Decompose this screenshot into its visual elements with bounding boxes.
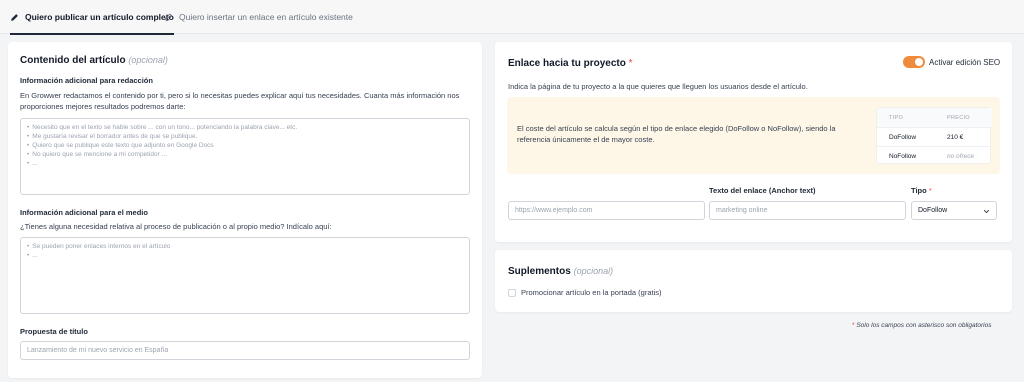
medio-help-text: ¿Tienes alguna necesidad relativa al pro… [20,222,332,231]
anchor-text-input[interactable]: marketing online [709,201,906,220]
table-row: DoFollow 210 € [877,127,992,146]
seo-edit-toggle[interactable] [903,56,925,68]
required-fields-note: * Solo los campos con asterisco son obli… [852,322,992,329]
price-table-header: TIPO PRECIO [877,108,992,127]
redaccion-help-text: En Growwer redactamos el contenido por t… [20,91,460,111]
tab-bar: Quiero publicar un artículo completo Qui… [0,0,1024,35]
link-icon [165,13,172,21]
placeholder-line: ... [27,159,463,168]
placeholder-line: No quiero que se mencione a mi competido… [27,150,463,159]
table-row: NoFollow no ofrece [877,146,992,165]
project-link-title: Enlace hacia tu proyecto * [508,58,633,69]
link-type-label: Tipo * [911,186,932,195]
placeholder-line: Quiero que se publique este texto que ad… [27,141,463,150]
promote-checkbox[interactable] [508,289,516,297]
article-content-title: Contenido del artículo (opcional) [20,55,168,66]
price-table: TIPO PRECIO DoFollow 210 € NoFollow no o… [876,107,992,165]
supplements-title: Suplementos (opcional) [508,266,614,277]
placeholder-line: Me gustaría revisar el borrador antes de… [27,132,463,141]
tab-insert-link-label: Quiero insertar un enlace en artículo ex… [179,12,353,22]
title-proposal-input[interactable]: Lanzamiento de mi nuevo servicio en Espa… [20,341,470,360]
medio-textarea[interactable]: Se pueden poner enlaces internos en el a… [20,237,470,314]
tab-publish-article[interactable]: Quiero publicar un artículo completo [10,0,174,35]
redaccion-textarea[interactable]: Necesito que en el texto se hable sobre … [20,118,470,195]
pencil-icon [11,13,18,21]
title-proposal-label: Propuesta de título [20,327,88,336]
link-type-select[interactable]: DoFollow [911,201,997,220]
supplements-card [495,250,1012,312]
chevron-down-icon [983,209,990,214]
promote-checkbox-label[interactable]: Promocionar artículo en la portada (grat… [521,287,661,298]
tab-insert-link[interactable]: Quiero insertar un enlace en artículo ex… [164,0,353,34]
anchor-text-label: Texto del enlace (Anchor text) [709,186,816,195]
project-link-description: Indica la página de tu proyecto a la que… [508,82,808,91]
placeholder-line: Necesito que en el texto se hable sobre … [27,123,463,132]
tab-publish-article-label: Quiero publicar un artículo completo [25,12,174,22]
placeholder-line: Se pueden poner enlaces internos en el a… [27,242,463,251]
medio-label: Información adicional para el medio [20,208,148,217]
placeholder-line: ... [27,251,463,260]
cost-note-text: El coste del artículo se calcula según e… [517,124,836,144]
url-input[interactable]: https://www.ejemplo.com [508,201,705,220]
redaccion-label: Información adicional para redacción [20,76,153,85]
seo-edit-toggle-label: Activar edición SEO [929,58,1001,67]
